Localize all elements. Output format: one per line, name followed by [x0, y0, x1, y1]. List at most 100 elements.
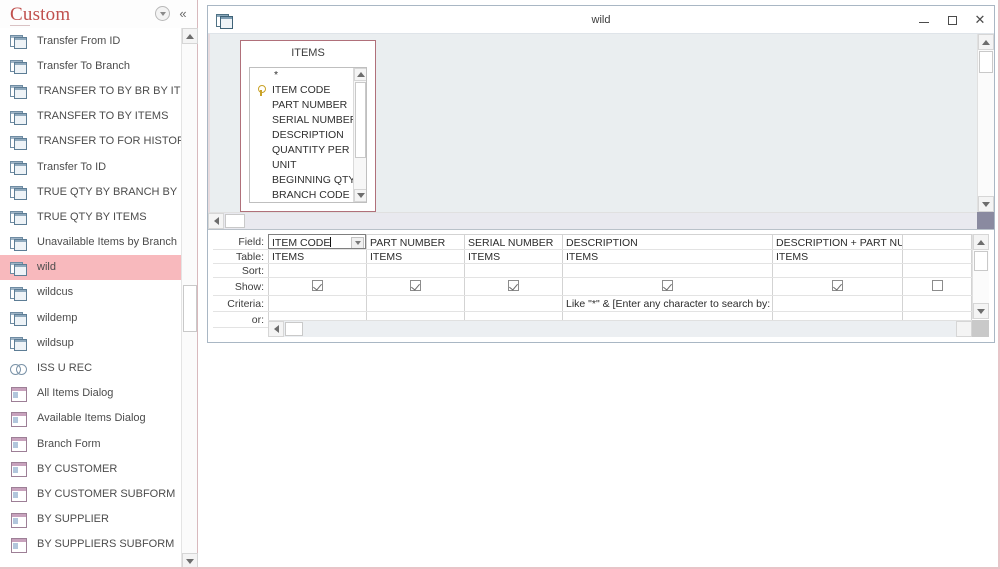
grid-cell-sort[interactable]: [268, 264, 366, 277]
scroll-left-arrow-icon[interactable]: [268, 321, 284, 337]
grid-cell-table[interactable]: ITEMS: [562, 250, 772, 263]
grid-cell-criteria[interactable]: [772, 296, 902, 311]
nav-item-transfer-to-by-br-by-items[interactable]: TRANSFER TO BY BR BY ITEMS: [0, 78, 182, 103]
double-chevron-left-icon[interactable]: «: [175, 6, 191, 22]
field-list-scrollbar[interactable]: [353, 68, 366, 202]
query-design-grid[interactable]: Field: ITEM CODE PART NUMBER SERIAL NUMBER…: [213, 234, 989, 337]
minimize-button[interactable]: [910, 6, 938, 34]
nav-item-unavailable-items-by-branch[interactable]: Unavailable Items by Branch: [0, 230, 182, 255]
grid-cell-sort[interactable]: [464, 264, 562, 277]
nav-item-wild[interactable]: wild: [0, 254, 182, 280]
nav-item-wildsup[interactable]: wildsup: [0, 330, 182, 355]
scrollbar-thumb[interactable]: [225, 214, 245, 228]
chevron-down-icon[interactable]: [351, 237, 364, 248]
scrollbar-thumb[interactable]: [974, 251, 988, 271]
scroll-up-arrow-icon[interactable]: [354, 68, 366, 81]
maximize-button[interactable]: [938, 6, 966, 34]
scrollbar-thumb[interactable]: [183, 285, 197, 332]
field-list-row[interactable]: PART NUMBER: [250, 98, 366, 113]
grid-cell-sort[interactable]: [772, 264, 902, 277]
nav-item-transfer-from-id[interactable]: Transfer From ID: [0, 28, 182, 53]
grid-cell-criteria[interactable]: [268, 296, 366, 311]
nav-item-transfer-to-for-history[interactable]: TRANSFER TO FOR HISTORY: [0, 129, 182, 154]
close-button[interactable]: ✕: [966, 6, 994, 34]
navigation-pane-scrollbar[interactable]: [181, 28, 198, 569]
grid-cell-field[interactable]: DESCRIPTION + PART NUMBER: [772, 234, 902, 249]
show-checkbox-checked[interactable]: [312, 280, 323, 291]
field-list-row[interactable]: ITEM CODE: [250, 83, 366, 98]
field-list-row[interactable]: *: [250, 68, 366, 83]
chevron-down-circle-icon[interactable]: [155, 6, 171, 22]
nav-item-transfer-to-branch[interactable]: Transfer To Branch: [0, 53, 182, 78]
grid-cell-table[interactable]: ITEMS: [464, 250, 562, 263]
grid-cell-field[interactable]: DESCRIPTION: [562, 234, 772, 249]
nav-item-by-supplier[interactable]: BY SUPPLIER: [0, 507, 182, 532]
grid-cell-show[interactable]: [902, 278, 972, 295]
nav-item-by-suppliers-subform[interactable]: BY SUPPLIERS SUBFORM: [0, 532, 182, 557]
grid-cell-show[interactable]: [268, 278, 366, 295]
scroll-up-arrow-icon[interactable]: [182, 28, 198, 44]
scroll-up-arrow-icon[interactable]: [978, 34, 994, 50]
nav-item-wildemp[interactable]: wildemp: [0, 305, 182, 330]
nav-item-true-qty-by-items[interactable]: TRUE QTY BY ITEMS: [0, 204, 182, 229]
grid-cell-field[interactable]: [902, 234, 972, 249]
grid-cell-table[interactable]: ITEMS: [772, 250, 902, 263]
document-titlebar[interactable]: wild ✕: [208, 6, 994, 34]
nav-item-transfer-to-by-items[interactable]: TRANSFER TO BY ITEMS: [0, 104, 182, 129]
grid-cell-field[interactable]: ITEM CODE: [268, 234, 366, 249]
grid-cell-show[interactable]: [772, 278, 902, 295]
grid-cell-show[interactable]: [562, 278, 772, 295]
grid-cell-field[interactable]: SERIAL NUMBER: [464, 234, 562, 249]
scrollbar-thumb[interactable]: [979, 51, 993, 73]
nav-item-available-items-dialog[interactable]: Available Items Dialog: [0, 406, 182, 431]
scroll-down-arrow-icon[interactable]: [354, 189, 366, 202]
diagram-vertical-scrollbar[interactable]: [977, 34, 994, 212]
scroll-left-arrow-icon[interactable]: [208, 213, 224, 229]
scroll-right-arrow-icon[interactable]: [956, 321, 972, 337]
show-checkbox-checked[interactable]: [832, 280, 843, 291]
diagram-horizontal-scrollbar[interactable]: [208, 212, 977, 229]
nav-item-all-items-dialog[interactable]: All Items Dialog: [0, 381, 182, 406]
show-checkbox-checked[interactable]: [410, 280, 421, 291]
grid-cell-sort[interactable]: [366, 264, 464, 277]
grid-cell-criteria[interactable]: [464, 296, 562, 311]
table-field-list-items[interactable]: ITEMS * ITEM CODE PART NUMBER SERIAL NUMBER…: [240, 40, 376, 212]
diagram-canvas[interactable]: ITEMS * ITEM CODE PART NUMBER SERIAL NUMBER…: [208, 34, 977, 212]
show-checkbox-checked[interactable]: [662, 280, 673, 291]
grid-cell-sort[interactable]: [562, 264, 772, 277]
field-list-row[interactable]: UNIT: [250, 158, 366, 173]
grid-cell-table[interactable]: ITEMS: [366, 250, 464, 263]
nav-item-branch-form[interactable]: Branch Form: [0, 431, 182, 456]
scroll-down-arrow-icon[interactable]: [973, 303, 989, 319]
show-checkbox-checked[interactable]: [508, 280, 519, 291]
table-field-list[interactable]: * ITEM CODE PART NUMBER SERIAL NUMBER DESCRI…: [249, 67, 367, 203]
scroll-up-arrow-icon[interactable]: [973, 234, 989, 250]
scrollbar-thumb[interactable]: [355, 82, 366, 158]
scrollbar-thumb[interactable]: [285, 322, 303, 336]
grid-cell-criteria[interactable]: [902, 296, 972, 311]
nav-item-iss-u-rec[interactable]: ISS U REC: [0, 355, 182, 380]
grid-cell-table[interactable]: [902, 250, 972, 263]
nav-item-by-customer[interactable]: BY CUSTOMER: [0, 456, 182, 481]
grid-horizontal-scrollbar[interactable]: [268, 320, 972, 337]
grid-cell-table[interactable]: ITEMS: [268, 250, 366, 263]
nav-item-by-customer-subform[interactable]: BY CUSTOMER SUBFORM: [0, 481, 182, 506]
grid-cell-show[interactable]: [366, 278, 464, 295]
nav-item-true-qty-by-branch-by-item[interactable]: TRUE QTY BY BRANCH BY ITEM: [0, 179, 182, 204]
show-checkbox-unchecked[interactable]: [931, 280, 943, 291]
field-list-row[interactable]: SERIAL NUMBER: [250, 113, 366, 128]
scroll-down-arrow-icon[interactable]: [978, 196, 994, 212]
grid-cell-field[interactable]: PART NUMBER: [366, 234, 464, 249]
field-list-row[interactable]: QUANTITY PER UNIT: [250, 143, 366, 158]
field-list-row[interactable]: DESCRIPTION: [250, 128, 366, 143]
navigation-object-list[interactable]: Transfer From ID Transfer To Branch TRANSF…: [0, 28, 182, 564]
grid-cell-criteria[interactable]: Like "*" & [Enter any character to searc…: [562, 296, 772, 311]
field-list-row[interactable]: BEGINNING QTY: [250, 173, 366, 188]
grid-cell-show[interactable]: [464, 278, 562, 295]
nav-item-transfer-to-id[interactable]: Transfer To ID: [0, 154, 182, 179]
grid-cell-sort[interactable]: [902, 264, 972, 277]
grid-vertical-scrollbar[interactable]: [972, 234, 989, 319]
field-list-row[interactable]: BRANCH CODE: [250, 188, 366, 202]
nav-item-wildcus[interactable]: wildcus: [0, 280, 182, 305]
grid-cell-criteria[interactable]: [366, 296, 464, 311]
